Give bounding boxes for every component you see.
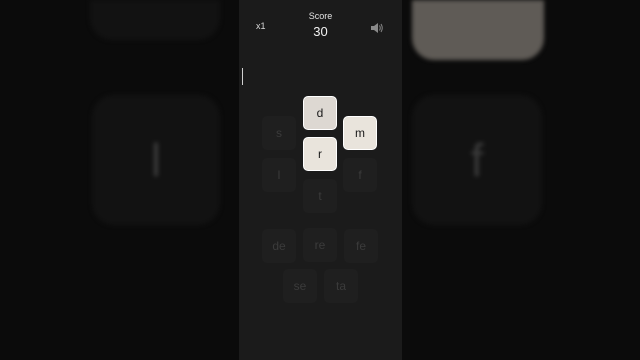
faded-tile-f: f	[343, 158, 377, 192]
backdrop-tile-top-right: m	[412, 0, 544, 60]
tile-letter: r	[318, 147, 322, 161]
backdrop-tile-mid-right: f	[412, 95, 542, 225]
letter-tile-m[interactable]: m	[343, 116, 377, 150]
backdrop-letter: f	[470, 134, 484, 186]
tile-letter: fe	[355, 239, 366, 253]
tile-letter: de	[272, 239, 286, 253]
speaker-icon[interactable]	[370, 21, 384, 33]
backdrop-tile-top-left: g	[90, 0, 220, 40]
tile-letter: l	[277, 168, 281, 182]
faded-tile-t: t	[303, 179, 337, 213]
faded-tile-se: se	[283, 269, 317, 303]
score-label: Score	[308, 11, 333, 21]
faded-tile-ta: ta	[324, 269, 358, 303]
tile-letter: se	[293, 279, 307, 293]
faded-tile-fe: fe	[344, 229, 378, 263]
tile-letter: m	[355, 126, 365, 140]
faded-tile-s: s	[262, 116, 296, 150]
tile-letter: f	[358, 168, 362, 182]
letter-tile-r[interactable]: r	[303, 137, 337, 171]
tile-letter: s	[276, 126, 282, 140]
game-panel: x1 Score 30 d m r s l f t de re fe se ta	[239, 0, 402, 360]
backdrop-letter: l	[150, 134, 162, 186]
tile-letter: t	[318, 189, 322, 203]
faded-tile-re: re	[303, 228, 337, 262]
tile-letter: re	[314, 238, 326, 252]
faded-tile-l: l	[262, 158, 296, 192]
backdrop-tile-mid-left: l	[92, 95, 220, 225]
tile-letter: d	[316, 106, 324, 120]
letter-tile-d[interactable]: d	[303, 96, 337, 130]
tile-letter: ta	[335, 279, 346, 293]
text-caret	[242, 68, 243, 85]
faded-tile-de: de	[262, 229, 296, 263]
